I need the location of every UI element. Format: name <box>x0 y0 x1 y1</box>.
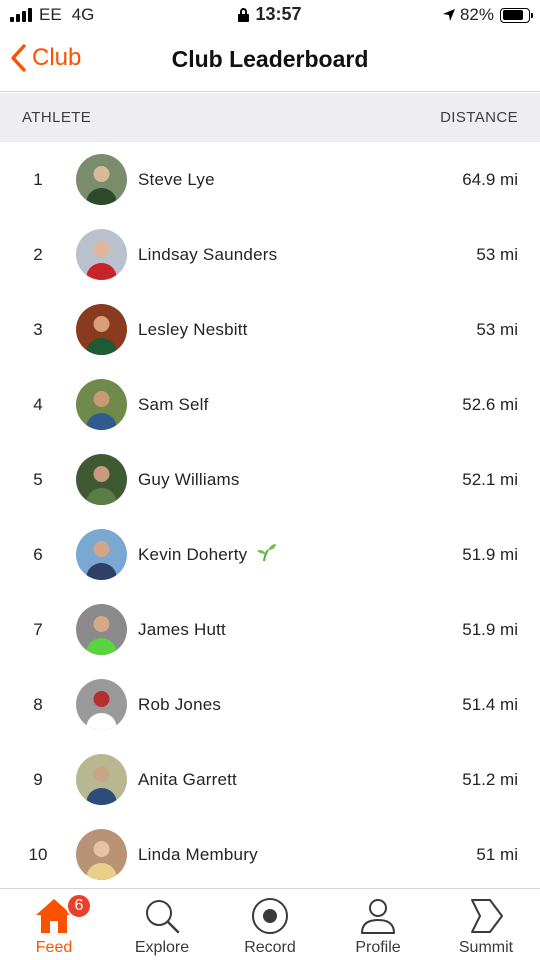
athlete-name[interactable]: Steve Lye <box>138 170 462 190</box>
rank-number: 2 <box>33 244 43 264</box>
tab-feed[interactable]: Feed 6 <box>0 889 108 960</box>
tab-label: Profile <box>355 939 401 956</box>
athlete-name[interactable]: Guy Williams <box>138 470 462 490</box>
sprout-icon <box>255 542 277 567</box>
athlete-name[interactable]: Anita Garrett <box>138 770 462 790</box>
athlete-distance: 52.6 mi <box>462 394 518 414</box>
rank-number: 5 <box>33 469 43 489</box>
rank-number: 6 <box>33 544 43 564</box>
avatar[interactable] <box>76 304 127 355</box>
rank-number: 8 <box>33 694 43 714</box>
athlete-name[interactable]: Rob Jones <box>138 695 462 715</box>
avatar[interactable] <box>76 679 127 730</box>
athlete-column-label: ATHLETE <box>22 109 92 126</box>
leaderboard-row[interactable]: 4 Sam Self 52.6 mi <box>0 367 540 442</box>
avatar[interactable] <box>76 154 127 205</box>
status-bar: EE 4G 13:57 82% <box>0 0 540 30</box>
avatar[interactable] <box>76 229 127 280</box>
rank-number: 3 <box>33 319 43 339</box>
profile-icon <box>358 895 398 937</box>
page-title: Club Leaderboard <box>171 46 369 72</box>
athlete-distance: 51 mi <box>476 844 518 864</box>
athlete-name[interactable]: Lindsay Saunders <box>138 245 476 265</box>
record-icon <box>250 895 290 937</box>
athlete-distance: 51.2 mi <box>462 769 518 789</box>
column-header: ATHLETE DISTANCE <box>0 93 540 142</box>
rank-number: 10 <box>28 844 48 864</box>
leaderboard-row[interactable]: 10 Linda Membury 51 mi <box>0 817 540 888</box>
rank-number: 7 <box>33 619 43 639</box>
status-right: 82% <box>442 5 533 25</box>
tab-explore[interactable]: Explore <box>108 889 216 960</box>
athlete-name-text: Sam Self <box>138 394 209 414</box>
athlete-name-text: Anita Garrett <box>138 769 237 789</box>
athlete-name-text: Lesley Nesbitt <box>138 319 248 339</box>
athlete-name-text: Linda Membury <box>138 844 258 864</box>
athlete-name-text: Guy Williams <box>138 469 240 489</box>
battery-icon <box>500 7 533 23</box>
tab-label: Summit <box>458 939 514 956</box>
rank-number: 1 <box>33 169 43 189</box>
athlete-name-text: Steve Lye <box>138 169 215 189</box>
leaderboard-row[interactable]: 7 James Hutt 51.9 mi <box>0 592 540 667</box>
tab-profile[interactable]: Profile <box>324 889 432 960</box>
tab-label: Record <box>244 939 296 956</box>
location-arrow-icon <box>442 9 455 21</box>
avatar[interactable] <box>76 379 127 430</box>
athlete-name-text: James Hutt <box>138 619 226 639</box>
athlete-name-text: Lindsay Saunders <box>138 244 278 264</box>
athlete-distance: 51.9 mi <box>462 544 518 564</box>
avatar[interactable] <box>76 829 127 880</box>
athlete-distance: 53 mi <box>476 319 518 339</box>
nav-header: Club Club Leaderboard <box>0 30 540 92</box>
athlete-name[interactable]: Kevin Doherty <box>138 542 462 567</box>
athlete-name-text: Kevin Doherty <box>138 544 248 564</box>
athlete-distance: 64.9 mi <box>462 169 518 189</box>
avatar[interactable] <box>76 604 127 655</box>
leaderboard-row[interactable]: 2 Lindsay Saunders 53 mi <box>0 217 540 292</box>
avatar[interactable] <box>76 754 127 805</box>
athlete-distance: 52.1 mi <box>462 469 518 489</box>
athlete-distance: 51.9 mi <box>462 619 518 639</box>
clock: 13:57 <box>255 4 302 24</box>
athlete-name[interactable]: James Hutt <box>138 620 462 640</box>
athlete-distance: 51.4 mi <box>462 694 518 714</box>
notification-badge: 6 <box>66 893 92 919</box>
athlete-name[interactable]: Lesley Nesbitt <box>138 320 476 340</box>
athlete-name[interactable]: Linda Membury <box>138 845 476 865</box>
tab-summit[interactable]: Summit <box>432 889 540 960</box>
leaderboard-row[interactable]: 5 Guy Williams 52.1 mi <box>0 442 540 517</box>
distance-column-label: DISTANCE <box>440 109 518 126</box>
tab-bar: Feed 6 Explore Record Profile Summit <box>0 888 540 960</box>
tab-label: Explore <box>134 939 190 956</box>
athlete-name[interactable]: Sam Self <box>138 395 462 415</box>
athlete-name-text: Rob Jones <box>138 694 222 714</box>
leaderboard-row[interactable]: 9 Anita Garrett 51.2 mi <box>0 742 540 817</box>
avatar[interactable] <box>76 529 127 580</box>
tab-label: Feed <box>35 939 73 956</box>
athlete-distance: 53 mi <box>476 244 518 264</box>
battery-fill <box>502 10 523 20</box>
tab-record[interactable]: Record <box>216 889 324 960</box>
lock-icon <box>238 7 250 22</box>
leaderboard-row[interactable]: 3 Lesley Nesbitt 53 mi <box>0 292 540 367</box>
leaderboard-row[interactable]: 8 Rob Jones 51.4 mi <box>0 667 540 742</box>
rank-number: 9 <box>33 769 43 789</box>
avatar[interactable] <box>76 454 127 505</box>
leaderboard-row[interactable]: 6 Kevin Doherty 51.9 mi <box>0 517 540 592</box>
summit-icon <box>466 895 506 937</box>
battery-percent: 82% <box>459 5 494 24</box>
leaderboard-list: 1 Steve Lye 64.9 mi 2 Lindsay Saunders 53 mi 3… <box>0 142 540 888</box>
rank-number: 4 <box>33 394 43 414</box>
leaderboard-row[interactable]: 1 Steve Lye 64.9 mi <box>0 142 540 217</box>
search-icon <box>142 895 182 937</box>
